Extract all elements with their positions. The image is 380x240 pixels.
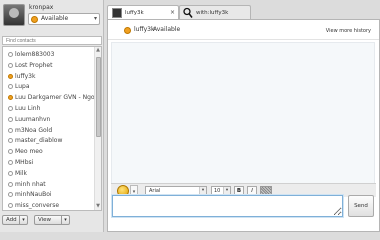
status-offline-icon	[8, 84, 13, 90]
status-offline-icon	[8, 149, 13, 155]
status-offline-icon	[8, 127, 13, 133]
status-offline-icon	[8, 138, 13, 144]
view-button[interactable]: View ▾	[34, 215, 70, 225]
chevron-down-icon: ▾	[223, 187, 230, 195]
add-button[interactable]: Add ▾	[2, 215, 28, 225]
contact-list: lolem883003 Lost Prophet luffy3k Lupa Luu Da…	[2, 46, 102, 211]
status-offline-icon	[8, 181, 13, 187]
conversation-tabs: luffy3k × with:luffy3k	[107, 5, 380, 20]
status-offline-icon	[8, 52, 13, 57]
add-button-label: Add	[6, 217, 17, 223]
status-available-icon	[8, 73, 13, 79]
tab-label: luffy3k	[125, 10, 144, 16]
chat-contact-status: Available	[153, 26, 181, 33]
contact-avatar	[112, 8, 122, 18]
contact-list-scrollbar[interactable]: ▲ ▼	[94, 47, 101, 210]
user-profile: kronpax Available ▾	[2, 3, 102, 31]
font-family-value: Arial	[149, 188, 161, 194]
message-input[interactable]	[112, 195, 343, 217]
status-available-icon	[124, 27, 131, 34]
chat-contact-name: luffy3k	[134, 26, 155, 33]
status-offline-icon	[8, 160, 13, 165]
chat-panel: luffy3k Available View more history ▾ Ar…	[107, 19, 380, 232]
view-history-link[interactable]: View more history	[326, 28, 371, 34]
status-offline-icon	[8, 192, 13, 198]
chevron-down-icon[interactable]: ▾	[61, 216, 69, 224]
chevron-down-icon[interactable]: ▾	[19, 216, 27, 224]
view-button-label: View	[38, 217, 52, 223]
status-dropdown[interactable]: Available ▾	[28, 13, 100, 25]
contact-name: miss_converse	[15, 202, 60, 210]
send-button[interactable]: Send	[348, 195, 374, 217]
status-available-icon	[8, 95, 13, 101]
contact-item[interactable]: miss_converse	[3, 200, 95, 210]
tab-search-history[interactable]: with:luffy3k	[179, 5, 251, 20]
status-offline-icon	[8, 62, 13, 68]
magnifier-icon	[183, 7, 193, 18]
tab-luffy3k[interactable]: luffy3k ×	[107, 5, 179, 20]
user-avatar[interactable]	[3, 4, 25, 26]
scroll-down-icon[interactable]: ▼	[95, 203, 101, 210]
chevron-down-icon: ▾	[199, 187, 206, 195]
contacts-sidebar: kronpax Available ▾ lolem883003Lost Prop…	[0, 0, 104, 232]
chevron-down-icon: ▾	[93, 15, 97, 22]
font-size-value: 10	[214, 188, 221, 194]
user-name: kronpax	[29, 4, 54, 11]
chat-header: luffy3k Available View more history	[108, 20, 379, 40]
close-icon[interactable]: ×	[170, 6, 175, 20]
status-offline-icon	[8, 203, 13, 209]
status-label: Available	[41, 15, 69, 22]
status-offline-icon	[8, 170, 13, 176]
tab-label: with:luffy3k	[196, 10, 229, 16]
scroll-up-icon[interactable]: ▲	[95, 47, 101, 54]
status-available-icon	[31, 16, 38, 23]
messenger-window: kronpax Available ▾ lolem883003Lost Prop…	[0, 0, 380, 232]
find-contacts-input[interactable]	[2, 36, 102, 45]
status-offline-icon	[8, 106, 13, 111]
scrollbar-thumb[interactable]	[96, 57, 101, 137]
message-history[interactable]	[111, 42, 375, 192]
status-offline-icon	[8, 116, 13, 122]
